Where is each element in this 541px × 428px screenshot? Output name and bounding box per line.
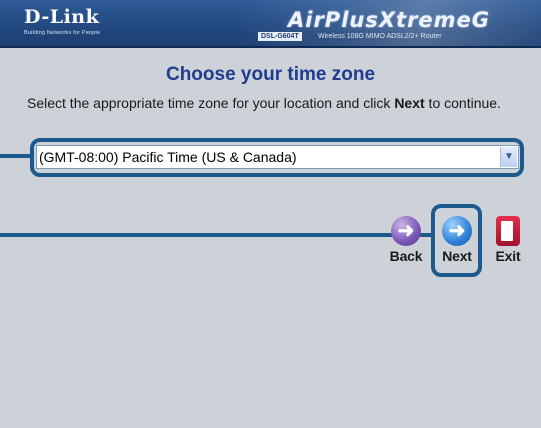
arrow-left-icon[interactable]: ➜ bbox=[391, 216, 421, 246]
callout-leader-select bbox=[0, 154, 32, 158]
model-badge: DSL-G604T bbox=[258, 32, 302, 41]
arrow-right-icon[interactable]: ➜ bbox=[442, 216, 472, 246]
logo-tagline: Building Networks for People bbox=[24, 30, 101, 36]
timezone-value: (GMT-08:00) Pacific Time (US & Canada) bbox=[39, 149, 297, 165]
instruction-text: Select the appropriate time zone for you… bbox=[27, 95, 395, 111]
header-banner: D-Link Building Networks for People AirP… bbox=[0, 0, 541, 48]
product-brand: AirPlusXtremeG bbox=[288, 8, 491, 32]
exit-label: Exit bbox=[495, 248, 521, 264]
instructions: Select the appropriate time zone for you… bbox=[27, 94, 517, 112]
page-title: Choose your time zone bbox=[165, 64, 376, 85]
next-label: Next bbox=[442, 248, 472, 264]
product-subtitle: Wireless 108G MIMO ADSL2/2+ Router bbox=[318, 33, 442, 40]
exit-button[interactable]: Exit bbox=[488, 216, 528, 264]
dlink-logo: D-Link bbox=[24, 6, 100, 28]
back-label: Back bbox=[389, 248, 423, 264]
next-button[interactable]: ➜ Next bbox=[437, 216, 477, 264]
timezone-select[interactable]: (GMT-08:00) Pacific Time (US & Canada) ▼ bbox=[36, 145, 519, 169]
door-icon[interactable] bbox=[496, 216, 520, 246]
instruction-next-word: Next bbox=[394, 95, 425, 111]
back-button[interactable]: ➜ Back bbox=[385, 216, 427, 264]
chevron-down-icon[interactable]: ▼ bbox=[500, 147, 517, 167]
instruction-suffix: to continue. bbox=[424, 95, 501, 111]
callout-leader-next bbox=[0, 233, 433, 237]
